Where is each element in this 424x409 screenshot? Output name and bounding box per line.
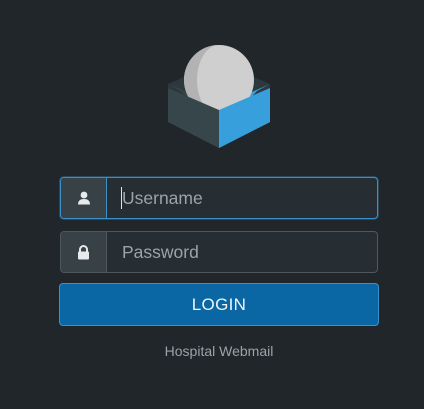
password-field[interactable] <box>60 231 378 273</box>
password-input[interactable] <box>107 232 377 272</box>
product-name: Hospital Webmail <box>164 343 274 359</box>
text-cursor <box>121 187 122 209</box>
login-button[interactable]: LOGIN <box>59 283 379 326</box>
username-input[interactable] <box>107 178 377 218</box>
username-field[interactable] <box>60 177 378 219</box>
lock-icon <box>61 232 107 272</box>
user-icon <box>61 178 107 218</box>
roundcube-logo-icon <box>166 42 272 150</box>
login-page: LOGIN Hospital Webmail <box>0 0 424 409</box>
